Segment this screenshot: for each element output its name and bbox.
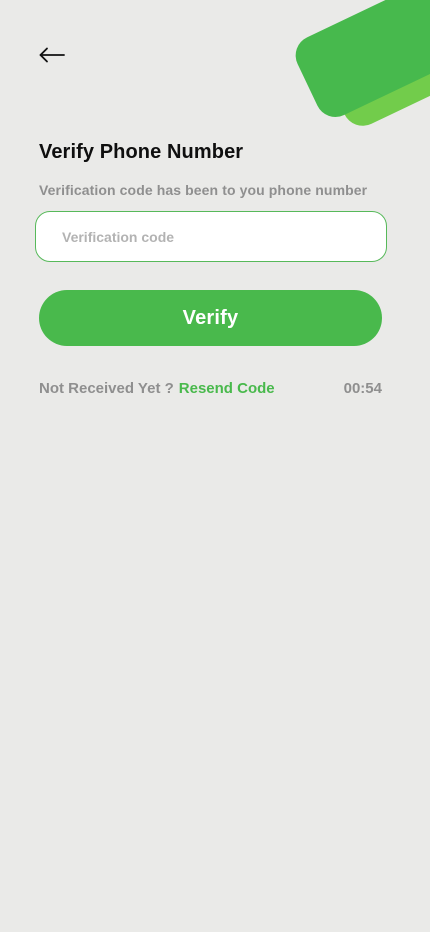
not-received-label: Not Received Yet ?: [39, 379, 174, 397]
resend-code-link[interactable]: Resend Code: [179, 380, 275, 397]
verify-phone-screen: Verify Phone Number Verification code ha…: [0, 0, 430, 932]
verification-code-input[interactable]: [35, 211, 387, 262]
page-subtitle: Verification code has been to you phone …: [39, 182, 368, 198]
resend-prompt-group: Not Received Yet ? Resend Code: [39, 380, 275, 397]
countdown-timer: 00:54: [343, 379, 382, 397]
resend-row: Not Received Yet ? Resend Code 00:54: [39, 378, 382, 398]
back-button[interactable]: [30, 38, 74, 72]
page-title: Verify Phone Number: [39, 141, 244, 163]
decorative-light-green-card: [317, 0, 430, 126]
decorative-green-card: [295, 0, 430, 117]
arrow-left-icon: [39, 47, 65, 63]
verify-button[interactable]: Verify: [39, 290, 382, 346]
